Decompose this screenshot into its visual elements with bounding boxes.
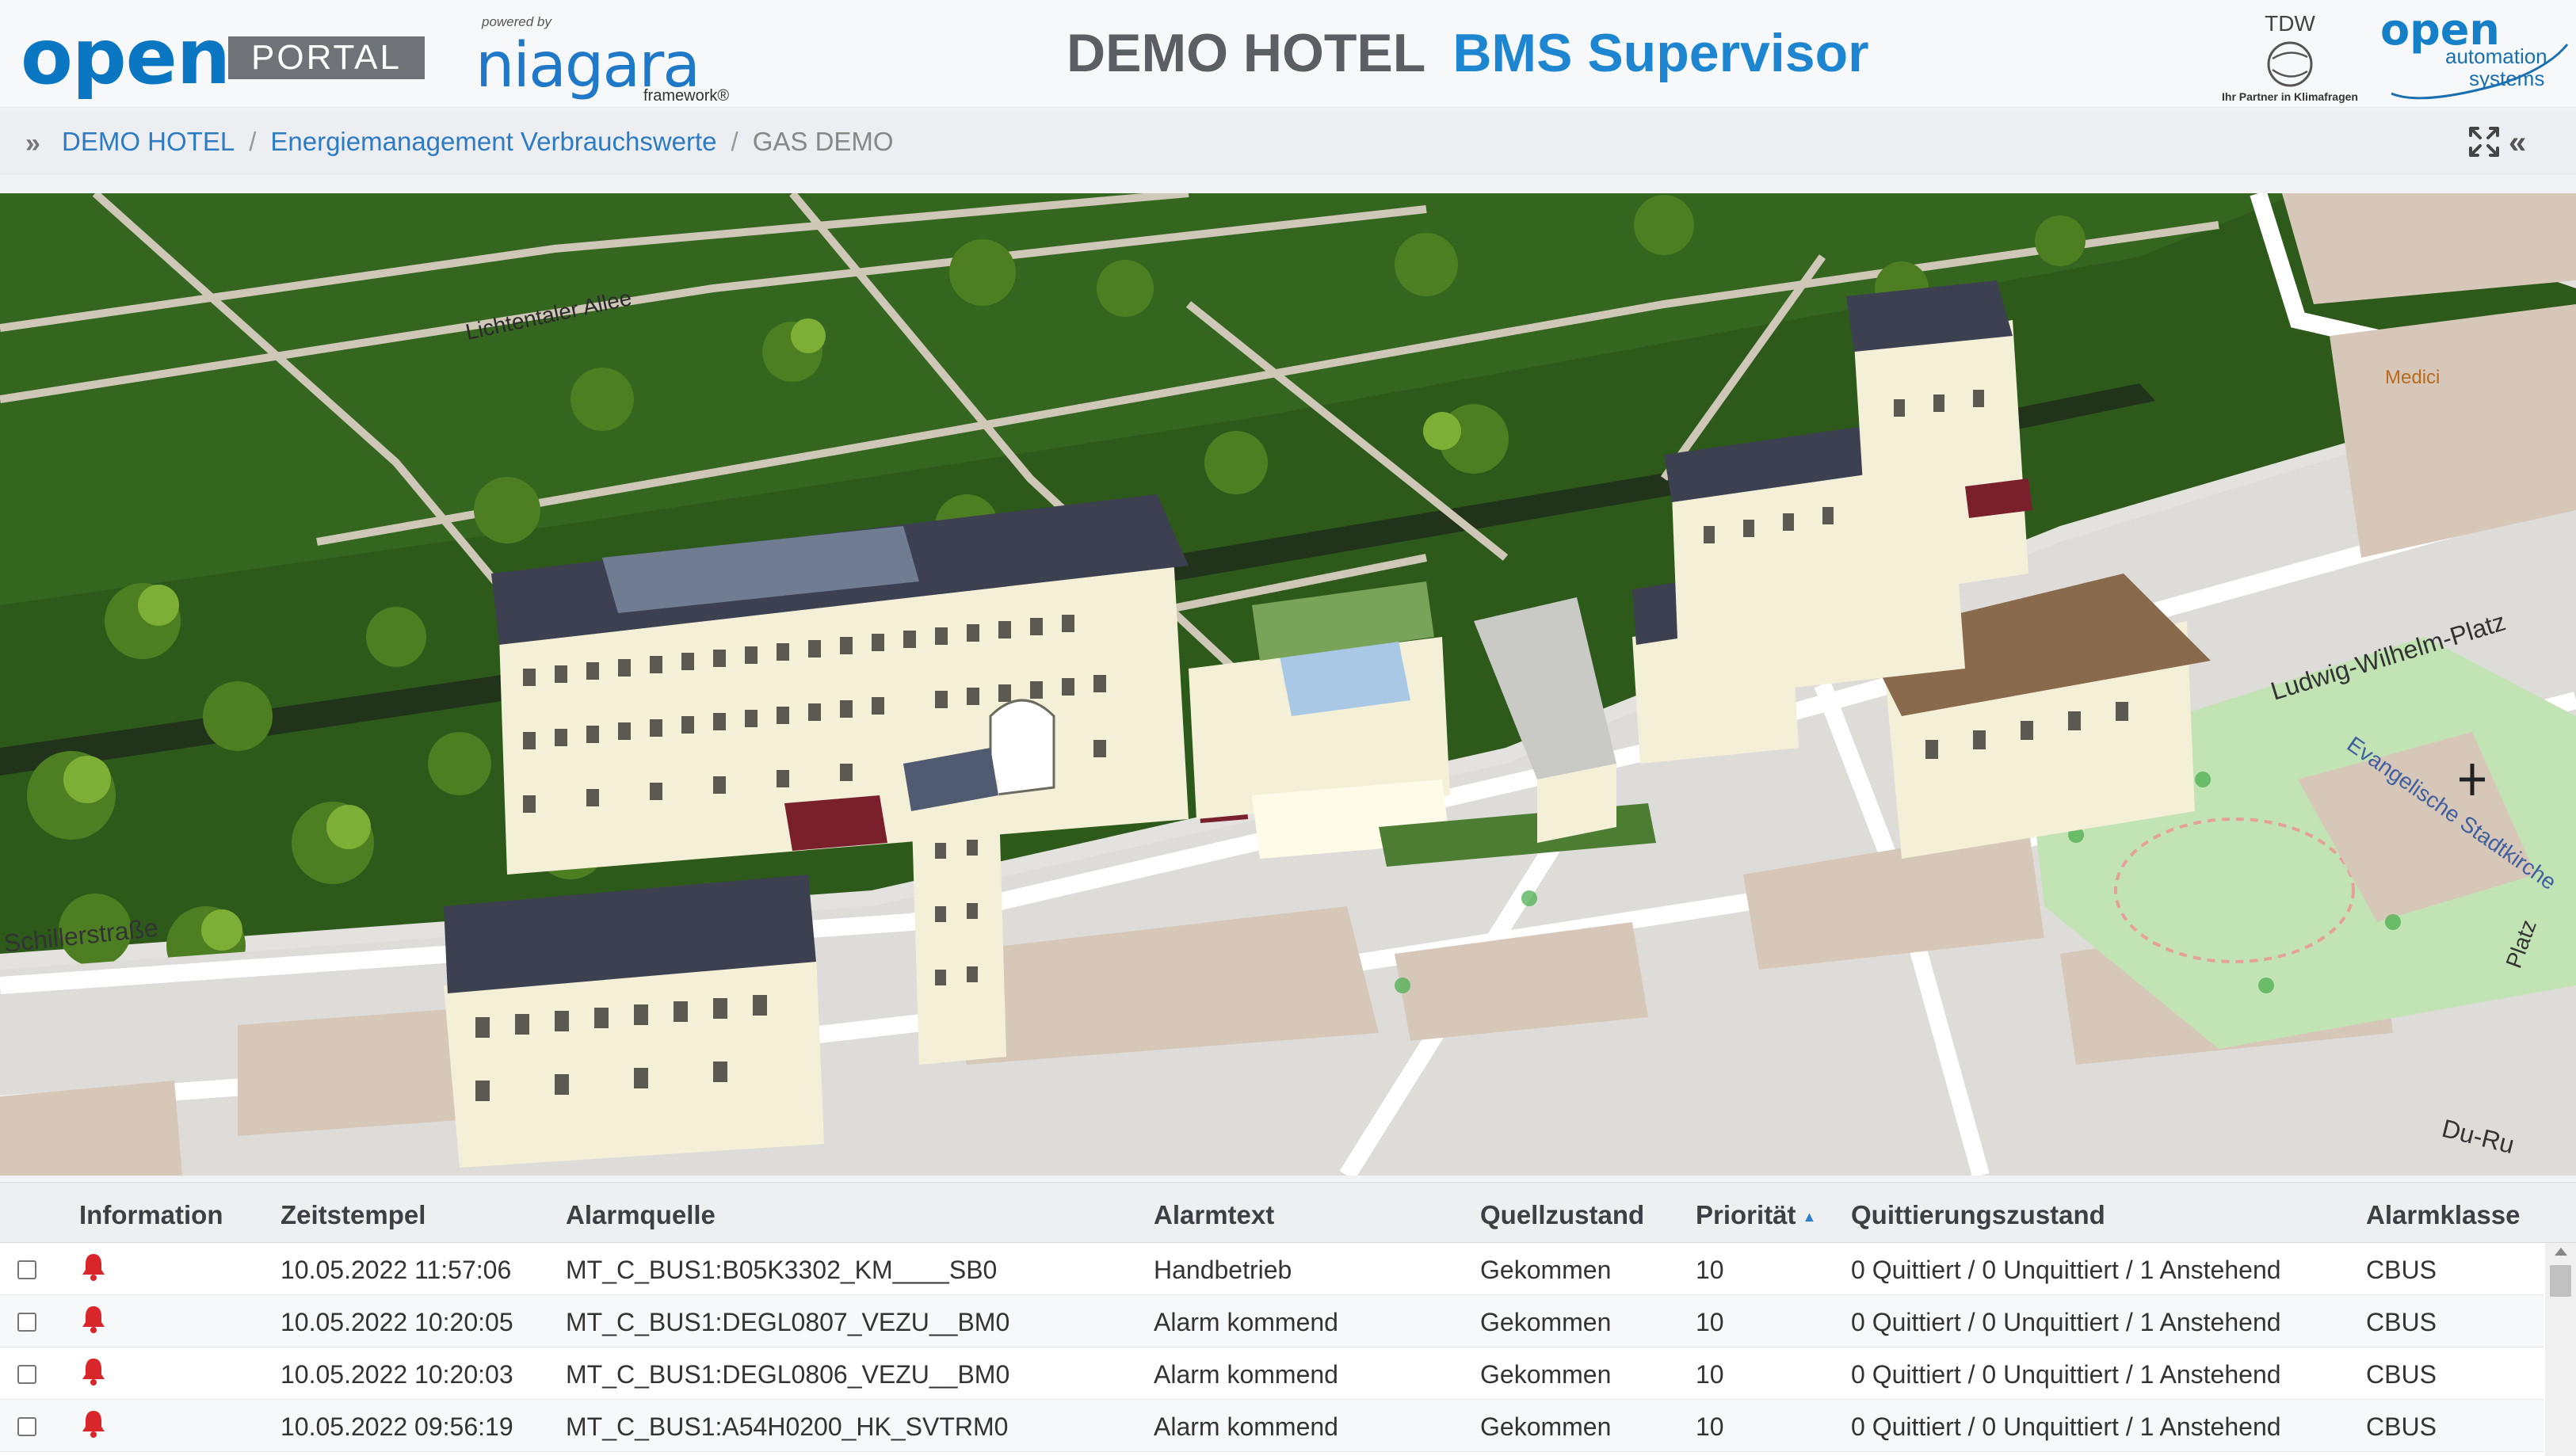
cell-zeitstempel: 10.05.2022 11:57:06 (280, 1256, 512, 1284)
collapse-panel-icon[interactable]: « (2509, 125, 2526, 161)
header-bar: open PORTAL powered by niagara framework… (0, 0, 2576, 108)
niagara-logo: powered by niagara framework® (475, 11, 729, 106)
cell-prioritaet: 10 (1696, 1412, 1724, 1441)
table-row[interactable]: 10.05.2022 10:20:05 MT_C_BUS1:DEGL0807_V… (0, 1295, 2544, 1347)
niagara-powered-by: powered by (482, 14, 551, 29)
cell-alarmklasse: CBUS (2366, 1412, 2437, 1441)
breadcrumb-separator: / (249, 127, 257, 156)
cell-quellzustand: Gekommen (1480, 1308, 1612, 1336)
column-header-alarmtext[interactable]: Alarmtext (1154, 1200, 1274, 1230)
breadcrumb-item-current: GAS DEMO (752, 127, 894, 156)
bell-icon (82, 1306, 105, 1333)
title-hotel-name: DEMO HOTEL (1067, 23, 1426, 83)
portal-logo-badge[interactable]: PORTAL (228, 36, 425, 79)
cell-alarmquelle: MT_C_BUS1:DEGL0807_VEZU__BM0 (566, 1308, 1010, 1336)
bell-icon (82, 1359, 105, 1385)
cell-prioritaet: 10 (1696, 1308, 1724, 1336)
tdw-tagline: Ihr Partner in Klimafragen (2222, 90, 2358, 103)
breadcrumb-separator: / (731, 127, 738, 156)
cell-quittierungszustand: 0 Quittiert / 0 Unquittiert / 1 Anstehen… (1851, 1308, 2281, 1336)
table-row[interactable]: 10.05.2022 10:20:03 MT_C_BUS1:DEGL0806_V… (0, 1347, 2544, 1400)
table-row[interactable]: 10.05.2022 09:56:19 MT_C_BUS1:A54H0200_H… (0, 1400, 2544, 1452)
cell-alarmklasse: CBUS (2366, 1308, 2437, 1336)
cell-alarmklasse: CBUS (2366, 1360, 2437, 1389)
hotel-3d-map[interactable]: Lichtentaler Allee Schillerstraße Ludwig… (0, 193, 2576, 1176)
alarm-table: Information Zeitstempel Alarmquelle Alar… (0, 1182, 2576, 1456)
cell-zeitstempel: 10.05.2022 09:56:19 (280, 1412, 513, 1441)
column-header-alarmklasse[interactable]: Alarmklasse (2366, 1200, 2520, 1230)
cell-quellzustand: Gekommen (1480, 1412, 1612, 1441)
scrollbar-thumb[interactable] (2550, 1265, 2571, 1297)
cell-alarmtext: Alarm kommend (1154, 1360, 1338, 1389)
tdw-logo: TDW Ihr Partner in Klimafragen (2211, 11, 2369, 105)
cell-quittierungszustand: 0 Quittiert / 0 Unquittiert / 1 Anstehen… (1851, 1360, 2281, 1389)
cell-alarmklasse: CBUS (2366, 1256, 2437, 1284)
table-row[interactable]: 10.05.2022 11:57:06 MT_C_BUS1:B05K3302_K… (0, 1243, 2544, 1295)
fullscreen-expand-icon[interactable] (2466, 124, 2502, 160)
column-header-prioritaet: Priorität (1696, 1200, 1796, 1229)
tdw-globe-icon (2267, 41, 2313, 87)
row-select-checkbox[interactable] (17, 1313, 36, 1332)
open-logo[interactable]: open (21, 13, 231, 101)
cell-alarmtext: Alarm kommend (1154, 1412, 1338, 1441)
breadcrumb-trail: DEMO HOTEL / Energiemanagement Verbrauchsw… (62, 127, 894, 157)
row-select-checkbox[interactable] (17, 1365, 36, 1384)
cell-prioritaet: 10 (1696, 1256, 1724, 1284)
cell-alarmquelle: MT_C_BUS1:DEGL0806_VEZU__BM0 (566, 1360, 1010, 1389)
breadcrumb-item-energiemanagement[interactable]: Energiemanagement Verbrauchswerte (270, 127, 716, 156)
open-automation-systems-logo: open automation systems (2374, 5, 2572, 103)
column-header-quittierungszustand[interactable]: Quittierungszustand (1851, 1200, 2105, 1230)
sort-ascending-icon: ▲ (1802, 1208, 1817, 1225)
breadcrumb-toggle-icon[interactable]: » (25, 128, 40, 159)
cell-quellzustand: Gekommen (1480, 1360, 1612, 1389)
breadcrumb-item-demo-hotel[interactable]: DEMO HOTEL (62, 127, 235, 156)
bell-icon (82, 1411, 105, 1438)
breadcrumb: » DEMO HOTEL / Energiemanagement Verbrauch… (0, 111, 2576, 174)
alarm-table-body: 10.05.2022 11:57:06 MT_C_BUS1:B05K3302_K… (0, 1243, 2544, 1456)
scroll-up-arrow-icon[interactable] (2555, 1248, 2567, 1256)
row-select-checkbox[interactable] (17, 1260, 36, 1279)
cell-zeitstempel: 10.05.2022 10:20:05 (280, 1308, 513, 1336)
tdw-wordmark: TDW (2265, 11, 2315, 36)
cell-alarmtext: Handbetrieb (1154, 1256, 1292, 1284)
cell-quittierungszustand: 0 Quittiert / 0 Unquittiert / 1 Anstehen… (1851, 1412, 2281, 1441)
cell-prioritaet: 10 (1696, 1360, 1724, 1389)
cell-alarmquelle: MT_C_BUS1:A54H0200_HK_SVTRM0 (566, 1412, 1009, 1441)
cell-quellzustand: Gekommen (1480, 1256, 1612, 1284)
cell-zeitstempel: 10.05.2022 10:20:03 (280, 1360, 513, 1389)
column-header-zeitstempel[interactable]: Zeitstempel (280, 1200, 426, 1230)
title-bms-supervisor: BMS Supervisor (1452, 23, 1869, 83)
map-label-medici: Medici (2385, 367, 2440, 388)
column-header-information[interactable]: Information (79, 1200, 223, 1230)
cell-alarmtext: Alarm kommend (1154, 1308, 1338, 1336)
alarm-table-header: Information Zeitstempel Alarmquelle Alar… (0, 1183, 2576, 1243)
column-header-prioritaet-wrap[interactable]: Priorität ▲ (1696, 1200, 1816, 1230)
niagara-framework-label: framework® (643, 87, 730, 105)
bell-icon (82, 1254, 105, 1281)
column-header-alarmquelle[interactable]: Alarmquelle (566, 1200, 716, 1230)
page-title: DEMO HOTEL BMS Supervisor (1067, 22, 1869, 84)
alarm-table-scrollbar[interactable] (2545, 1243, 2576, 1456)
bms-supervisor-app: open PORTAL powered by niagara framework… (0, 0, 2576, 1456)
row-select-checkbox[interactable] (17, 1417, 36, 1436)
column-header-quellzustand[interactable]: Quellzustand (1480, 1200, 1644, 1230)
cell-quittierungszustand: 0 Quittiert / 0 Unquittiert / 1 Anstehen… (1851, 1256, 2281, 1284)
oas-swoosh-icon (2391, 44, 2569, 100)
cell-alarmquelle: MT_C_BUS1:B05K3302_KM____SB0 (566, 1256, 998, 1284)
